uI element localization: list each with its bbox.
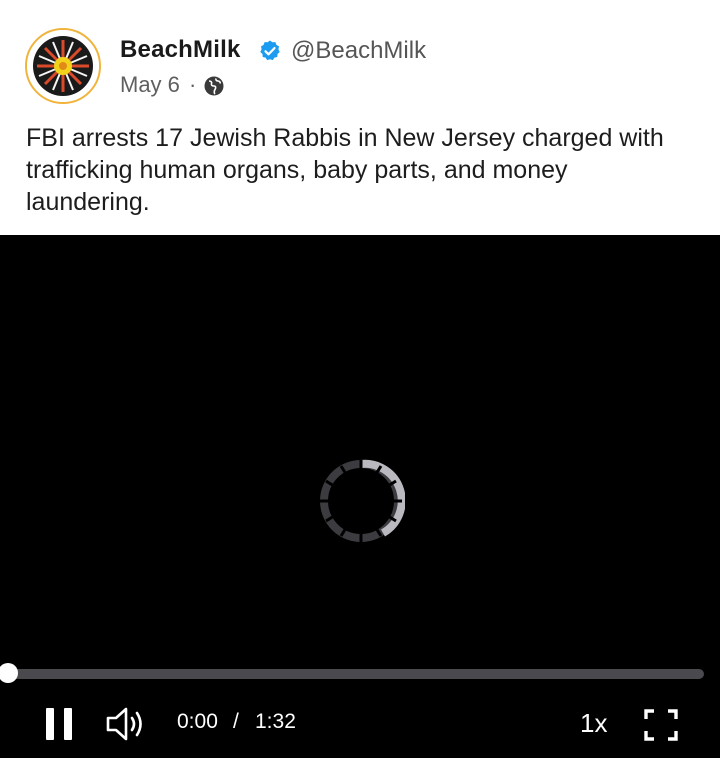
author-name[interactable]: BeachMilk: [120, 36, 241, 64]
post-header: BeachMilk @BeachMilk May 6 · FBI arrests…: [0, 0, 720, 235]
playback-speed-button[interactable]: 1x: [580, 708, 607, 739]
fullscreen-icon[interactable]: [643, 708, 679, 742]
avatar-logo-icon: [27, 30, 99, 102]
date-separator: ·: [189, 72, 197, 97]
pause-icon: [46, 708, 54, 740]
loading-spinner-icon: [320, 459, 405, 542]
verified-badge-icon: [260, 40, 280, 61]
avatar[interactable]: [25, 28, 101, 104]
globe-icon: [204, 76, 224, 96]
post-text: FBI arrests 17 Jewish Rabbis in New Jers…: [26, 124, 664, 216]
duration: 1:32: [255, 710, 296, 733]
pause-button[interactable]: [46, 708, 74, 740]
post-date[interactable]: May 6: [120, 72, 180, 98]
speaker-icon[interactable]: [105, 705, 147, 743]
progress-bar[interactable]: [8, 669, 704, 679]
author-handle[interactable]: @BeachMilk: [291, 37, 426, 65]
time-separator: /: [233, 710, 239, 733]
pause-icon-bar: [64, 708, 72, 740]
current-time: 0:00: [177, 710, 218, 733]
